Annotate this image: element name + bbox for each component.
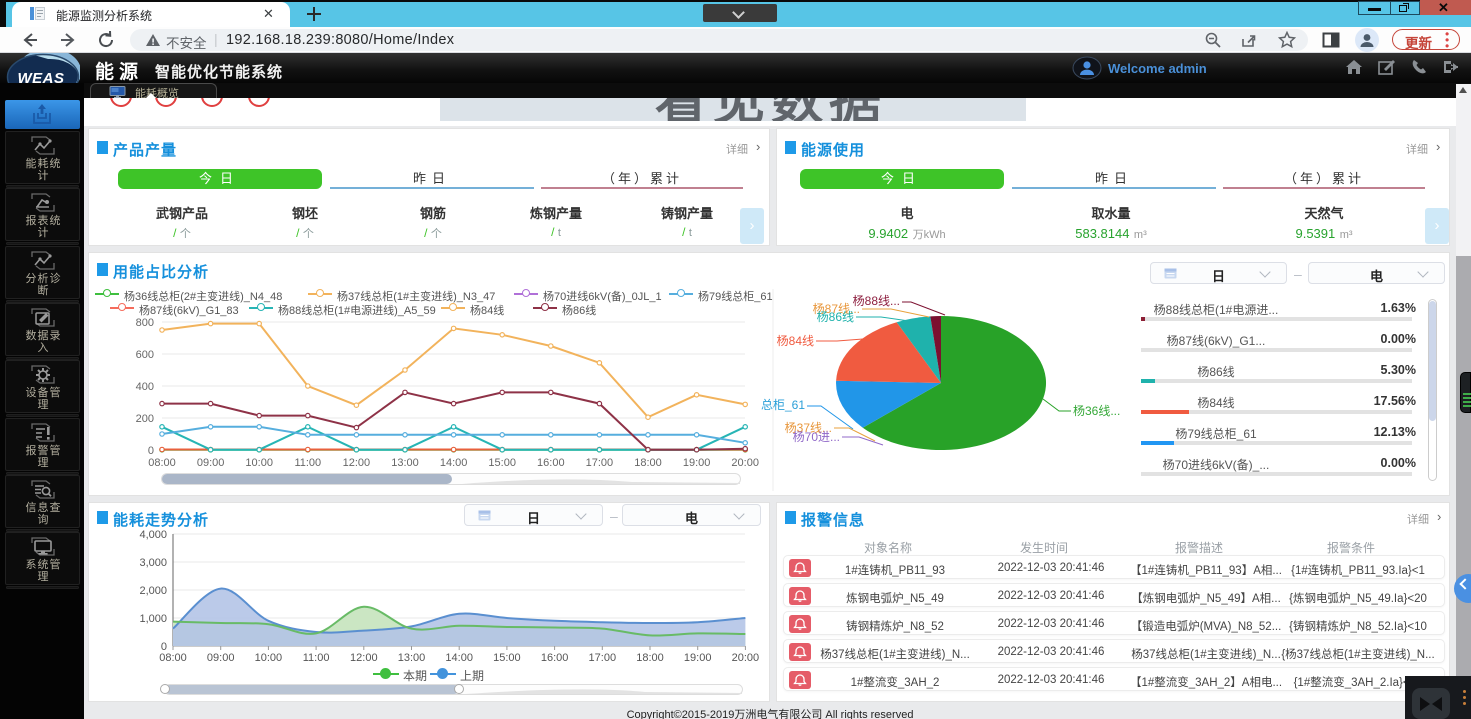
svg-text:杨70进...: 杨70进... <box>793 429 840 444</box>
svg-text:11:00: 11:00 <box>303 652 330 664</box>
svg-text:杨86线: 杨86线 <box>817 309 854 324</box>
svg-text:19:00: 19:00 <box>684 652 712 664</box>
svg-text:20:00: 20:00 <box>732 652 760 664</box>
svg-text:总柜_61: 总柜_61 <box>761 398 805 412</box>
svg-text:10:00: 10:00 <box>255 652 283 664</box>
svg-text:17:00: 17:00 <box>589 652 617 664</box>
svg-text:08:00: 08:00 <box>159 652 187 664</box>
svg-text:杨84线: 杨84线 <box>777 333 814 348</box>
svg-text:12:00: 12:00 <box>350 652 378 664</box>
svg-text:18:00: 18:00 <box>636 652 664 664</box>
svg-text:4,000: 4,000 <box>139 529 167 541</box>
svg-text:14:00: 14:00 <box>445 652 473 664</box>
svg-text:13:00: 13:00 <box>398 652 426 664</box>
svg-text:15:00: 15:00 <box>493 652 521 664</box>
svg-text:2,000: 2,000 <box>139 585 167 597</box>
svg-text:3,000: 3,000 <box>139 557 167 569</box>
svg-text:16:00: 16:00 <box>541 652 569 664</box>
svg-text:09:00: 09:00 <box>207 652 235 664</box>
svg-text:1,000: 1,000 <box>139 613 167 625</box>
